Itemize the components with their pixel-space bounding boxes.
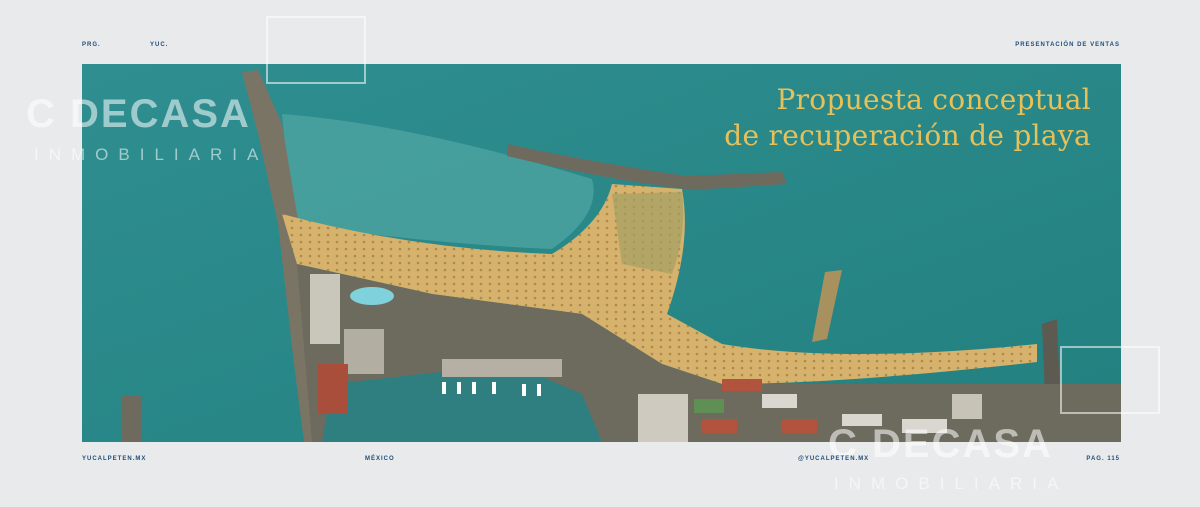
header-section-title: PRESENTACIÓN DE VENTAS	[1015, 42, 1120, 48]
watermark-sub-bottom: INMOBILIARIA	[834, 474, 1069, 493]
footer-country: MÉXICO	[365, 456, 395, 462]
hero-title-line1: Propuesta conceptual	[776, 83, 1091, 116]
watermark-sub-top: INMOBILIARIA	[34, 145, 269, 164]
watermark-logo-frame-bottom	[1060, 346, 1160, 414]
footer-social-handle[interactable]: @YUCALPETEN.MX	[798, 456, 869, 462]
footer-page-number: PAG. 115	[1086, 456, 1120, 462]
header-bar: PRG. YUC. PRESENTACIÓN DE VENTAS	[82, 42, 1120, 54]
header-location-b: YUC.	[150, 42, 169, 48]
hero-title-line2: de recuperación de playa	[724, 119, 1091, 152]
watermark-logo-frame-top	[266, 16, 366, 84]
footer-bar: YUCALPETEN.MX MÉXICO @YUCALPETEN.MX PAG.…	[82, 456, 1120, 468]
header-location-a: PRG.	[82, 42, 101, 48]
presentation-page: PRG. YUC. PRESENTACIÓN DE VENTAS Propues…	[0, 0, 1200, 507]
footer-website-link[interactable]: YUCALPETEN.MX	[82, 456, 146, 462]
watermark-brand-top: C DECASA	[26, 92, 251, 136]
hero-title: Propuesta conceptual de recuperación de …	[724, 82, 1091, 154]
